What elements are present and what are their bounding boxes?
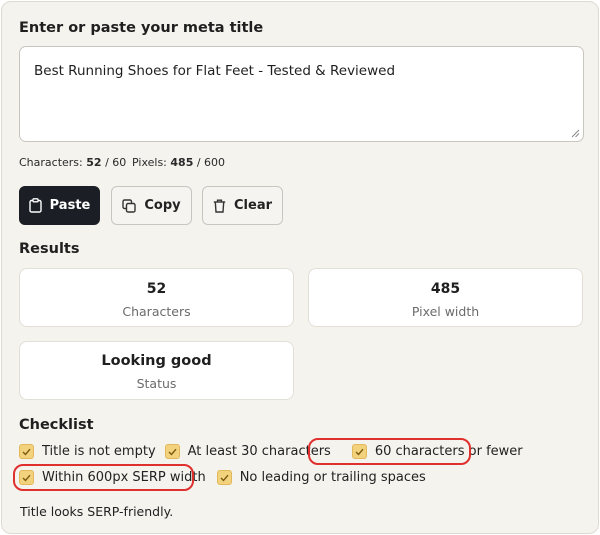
checklist-item-no-spaces[interactable]: No leading or trailing spaces	[216, 470, 426, 485]
clear-label: Clear	[234, 198, 272, 213]
status-card: Looking good Status	[19, 341, 294, 400]
resize-grip-icon[interactable]	[571, 129, 580, 138]
summary-text: Title looks SERP-friendly.	[20, 504, 174, 519]
characters-card-label: Characters	[122, 304, 191, 319]
checklist-label: No leading or trailing spaces	[239, 470, 426, 485]
pixel-width-card: 485 Pixel width	[308, 268, 583, 327]
results-heading: Results	[19, 241, 80, 257]
highlight-ring-serp-width	[13, 464, 194, 491]
input-heading: Enter or paste your meta title	[19, 20, 264, 36]
character-counter: Characters: 52 / 60	[19, 156, 127, 169]
checklist-item-not-empty[interactable]: Title is not empty	[19, 444, 156, 459]
checklist-heading: Checklist	[19, 417, 94, 433]
checklist-item-min-length[interactable]: At least 30 characters	[164, 444, 331, 459]
meta-title-value: Best Running Shoes for Flat Feet - Teste…	[34, 63, 396, 79]
pixel-count: 485	[170, 156, 194, 169]
status-card-value: Looking good	[101, 353, 212, 369]
copy-icon	[122, 198, 137, 213]
paste-label: Paste	[49, 198, 91, 213]
pixel-width-card-value: 485	[430, 281, 461, 297]
highlight-ring-max-length	[308, 438, 471, 465]
clear-button[interactable]: Clear	[202, 186, 283, 225]
paste-button[interactable]: Paste	[19, 186, 100, 225]
status-card-label: Status	[136, 376, 177, 391]
checklist-label: Title is not empty	[42, 444, 156, 459]
pixel-counter: Pixels: 485 / 600	[132, 156, 226, 169]
checkbox-checked-icon[interactable]	[216, 470, 232, 485]
meta-title-panel: Enter or paste your meta title Best Runn…	[1, 1, 599, 534]
character-count: 52	[86, 156, 102, 169]
pixel-width-card-label: Pixel width	[411, 304, 480, 319]
clipboard-icon	[28, 198, 42, 213]
characters-card: 52 Characters	[19, 268, 294, 327]
copy-label: Copy	[144, 198, 181, 213]
meta-title-textarea[interactable]: Best Running Shoes for Flat Feet - Teste…	[19, 46, 584, 142]
copy-button[interactable]: Copy	[111, 186, 192, 225]
checkbox-checked-icon[interactable]	[164, 444, 180, 459]
checkbox-checked-icon[interactable]	[19, 444, 34, 459]
trash-icon	[213, 199, 226, 213]
characters-card-value: 52	[146, 281, 167, 297]
